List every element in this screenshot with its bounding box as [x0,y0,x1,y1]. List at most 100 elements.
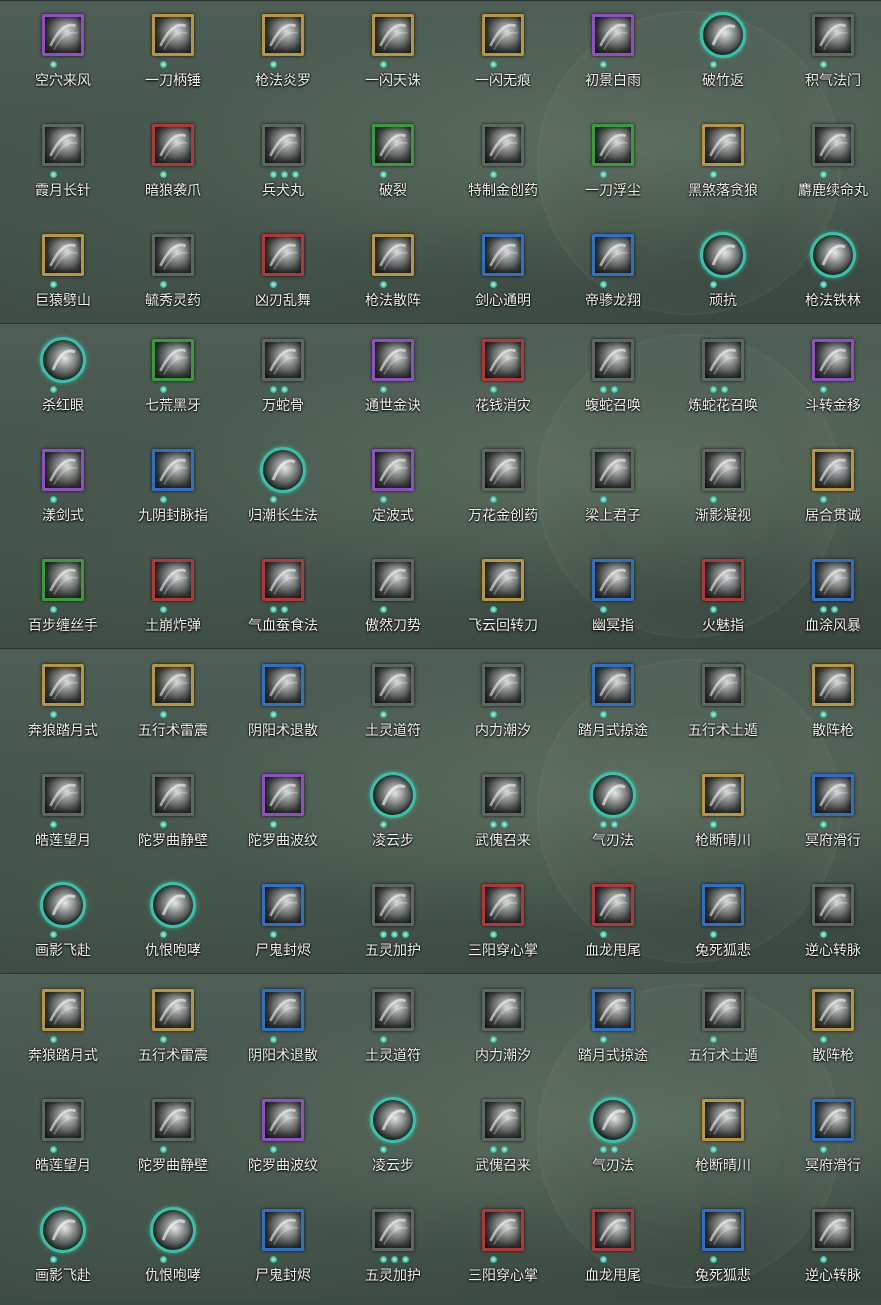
skill-icon[interactable] [152,664,194,706]
skill-slot[interactable]: 九阴封脉指 [118,435,228,545]
skill-slot[interactable]: 奔狼踏月式 [8,650,118,760]
skill-icon[interactable] [590,1097,636,1143]
skill-icon[interactable] [482,1209,524,1251]
skill-slot[interactable]: 霞月长针 [8,110,118,220]
skill-slot[interactable]: 仇恨咆哮 [118,870,228,980]
skill-icon[interactable] [150,882,196,928]
skill-icon[interactable] [482,774,524,816]
skill-icon[interactable] [262,774,304,816]
skill-slot[interactable]: 枪断晴川 [668,1085,778,1195]
skill-slot[interactable]: 暗狼袭爪 [118,110,228,220]
skill-slot[interactable]: 一刀柄锤 [118,0,228,110]
skill-icon[interactable] [812,1099,854,1141]
skill-slot[interactable]: 仇恨咆哮 [118,1195,228,1305]
skill-icon[interactable] [592,449,634,491]
skill-icon[interactable] [152,559,194,601]
skill-icon[interactable] [152,339,194,381]
skill-slot[interactable]: 蝮蛇召唤 [558,325,668,435]
skill-slot[interactable]: 一闪无痕 [448,0,558,110]
skill-icon[interactable] [482,884,524,926]
skill-slot[interactable]: 血龙甩尾 [558,870,668,980]
skill-slot[interactable]: 百步缠丝手 [8,545,118,655]
skill-slot[interactable]: 初景白雨 [558,0,668,110]
skill-icon[interactable] [702,989,744,1031]
skill-icon[interactable] [152,989,194,1031]
skill-slot[interactable]: 武傀召来 [448,760,558,870]
skill-slot[interactable]: 万蛇骨 [228,325,338,435]
skill-icon[interactable] [152,1099,194,1141]
skill-slot[interactable]: 内力潮汐 [448,975,558,1085]
skill-slot[interactable]: 阴阳术退散 [228,650,338,760]
skill-slot[interactable]: 五灵加护 [338,1195,448,1305]
skill-slot[interactable]: 斗转金移 [778,325,881,435]
skill-slot[interactable]: 皓莲望月 [8,1085,118,1195]
skill-icon[interactable] [482,449,524,491]
skill-icon[interactable] [812,14,854,56]
skill-icon[interactable] [42,559,84,601]
skill-icon[interactable] [150,1207,196,1253]
skill-icon[interactable] [42,449,84,491]
skill-slot[interactable]: 空穴来风 [8,0,118,110]
skill-icon[interactable] [372,124,414,166]
skill-icon[interactable] [42,124,84,166]
skill-slot[interactable]: 毓秀灵药 [118,220,228,330]
skill-slot[interactable]: 五行术雷震 [118,650,228,760]
skill-slot[interactable]: 万花金创药 [448,435,558,545]
skill-icon[interactable] [812,664,854,706]
skill-icon[interactable] [812,884,854,926]
skill-slot[interactable]: 枪法炎罗 [228,0,338,110]
skill-slot[interactable]: 陀罗曲波纹 [228,1085,338,1195]
skill-icon[interactable] [372,989,414,1031]
skill-icon[interactable] [372,234,414,276]
skill-icon[interactable] [262,1099,304,1141]
skill-icon[interactable] [372,1209,414,1251]
skill-slot[interactable]: 画影飞赴 [8,1195,118,1305]
skill-slot[interactable]: 居合贯诚 [778,435,881,545]
skill-icon[interactable] [262,1209,304,1251]
skill-slot[interactable]: 巨猿劈山 [8,220,118,330]
skill-slot[interactable]: 五行术土遁 [668,975,778,1085]
skill-icon[interactable] [700,12,746,58]
skill-slot[interactable]: 归潮长生法 [228,435,338,545]
skill-slot[interactable]: 一刀浮尘 [558,110,668,220]
skill-slot[interactable]: 内力潮汐 [448,650,558,760]
skill-icon[interactable] [482,559,524,601]
skill-icon[interactable] [262,559,304,601]
skill-slot[interactable]: 冥府滑行 [778,760,881,870]
skill-icon[interactable] [702,774,744,816]
skill-slot[interactable]: 血龙甩尾 [558,1195,668,1305]
skill-slot[interactable]: 杀红眼 [8,325,118,435]
skill-icon[interactable] [592,124,634,166]
skill-icon[interactable] [700,232,746,278]
skill-icon[interactable] [812,1209,854,1251]
skill-slot[interactable]: 兔死狐悲 [668,870,778,980]
skill-slot[interactable]: 冥府滑行 [778,1085,881,1195]
skill-icon[interactable] [370,772,416,818]
skill-icon[interactable] [372,14,414,56]
skill-slot[interactable]: 逆心转脉 [778,870,881,980]
skill-icon[interactable] [262,884,304,926]
skill-icon[interactable] [702,449,744,491]
skill-icon[interactable] [812,124,854,166]
skill-slot[interactable]: 尸鬼封烬 [228,870,338,980]
skill-slot[interactable]: 陀罗曲静壁 [118,760,228,870]
skill-icon[interactable] [702,124,744,166]
skill-icon[interactable] [592,559,634,601]
skill-slot[interactable]: 飞云回转刀 [448,545,558,655]
skill-slot[interactable]: 散阵枪 [778,975,881,1085]
skill-slot[interactable]: 五行术雷震 [118,975,228,1085]
skill-icon[interactable] [42,234,84,276]
skill-icon[interactable] [812,339,854,381]
skill-icon[interactable] [42,664,84,706]
skill-icon[interactable] [482,1099,524,1141]
skill-icon[interactable] [42,989,84,1031]
skill-icon[interactable] [42,1099,84,1141]
skill-icon[interactable] [592,339,634,381]
skill-slot[interactable]: 破裂 [338,110,448,220]
skill-icon[interactable] [482,124,524,166]
skill-icon[interactable] [812,559,854,601]
skill-icon[interactable] [372,664,414,706]
skill-slot[interactable]: 兔死狐悲 [668,1195,778,1305]
skill-slot[interactable]: 傲然刀势 [338,545,448,655]
skill-slot[interactable]: 陀罗曲静壁 [118,1085,228,1195]
